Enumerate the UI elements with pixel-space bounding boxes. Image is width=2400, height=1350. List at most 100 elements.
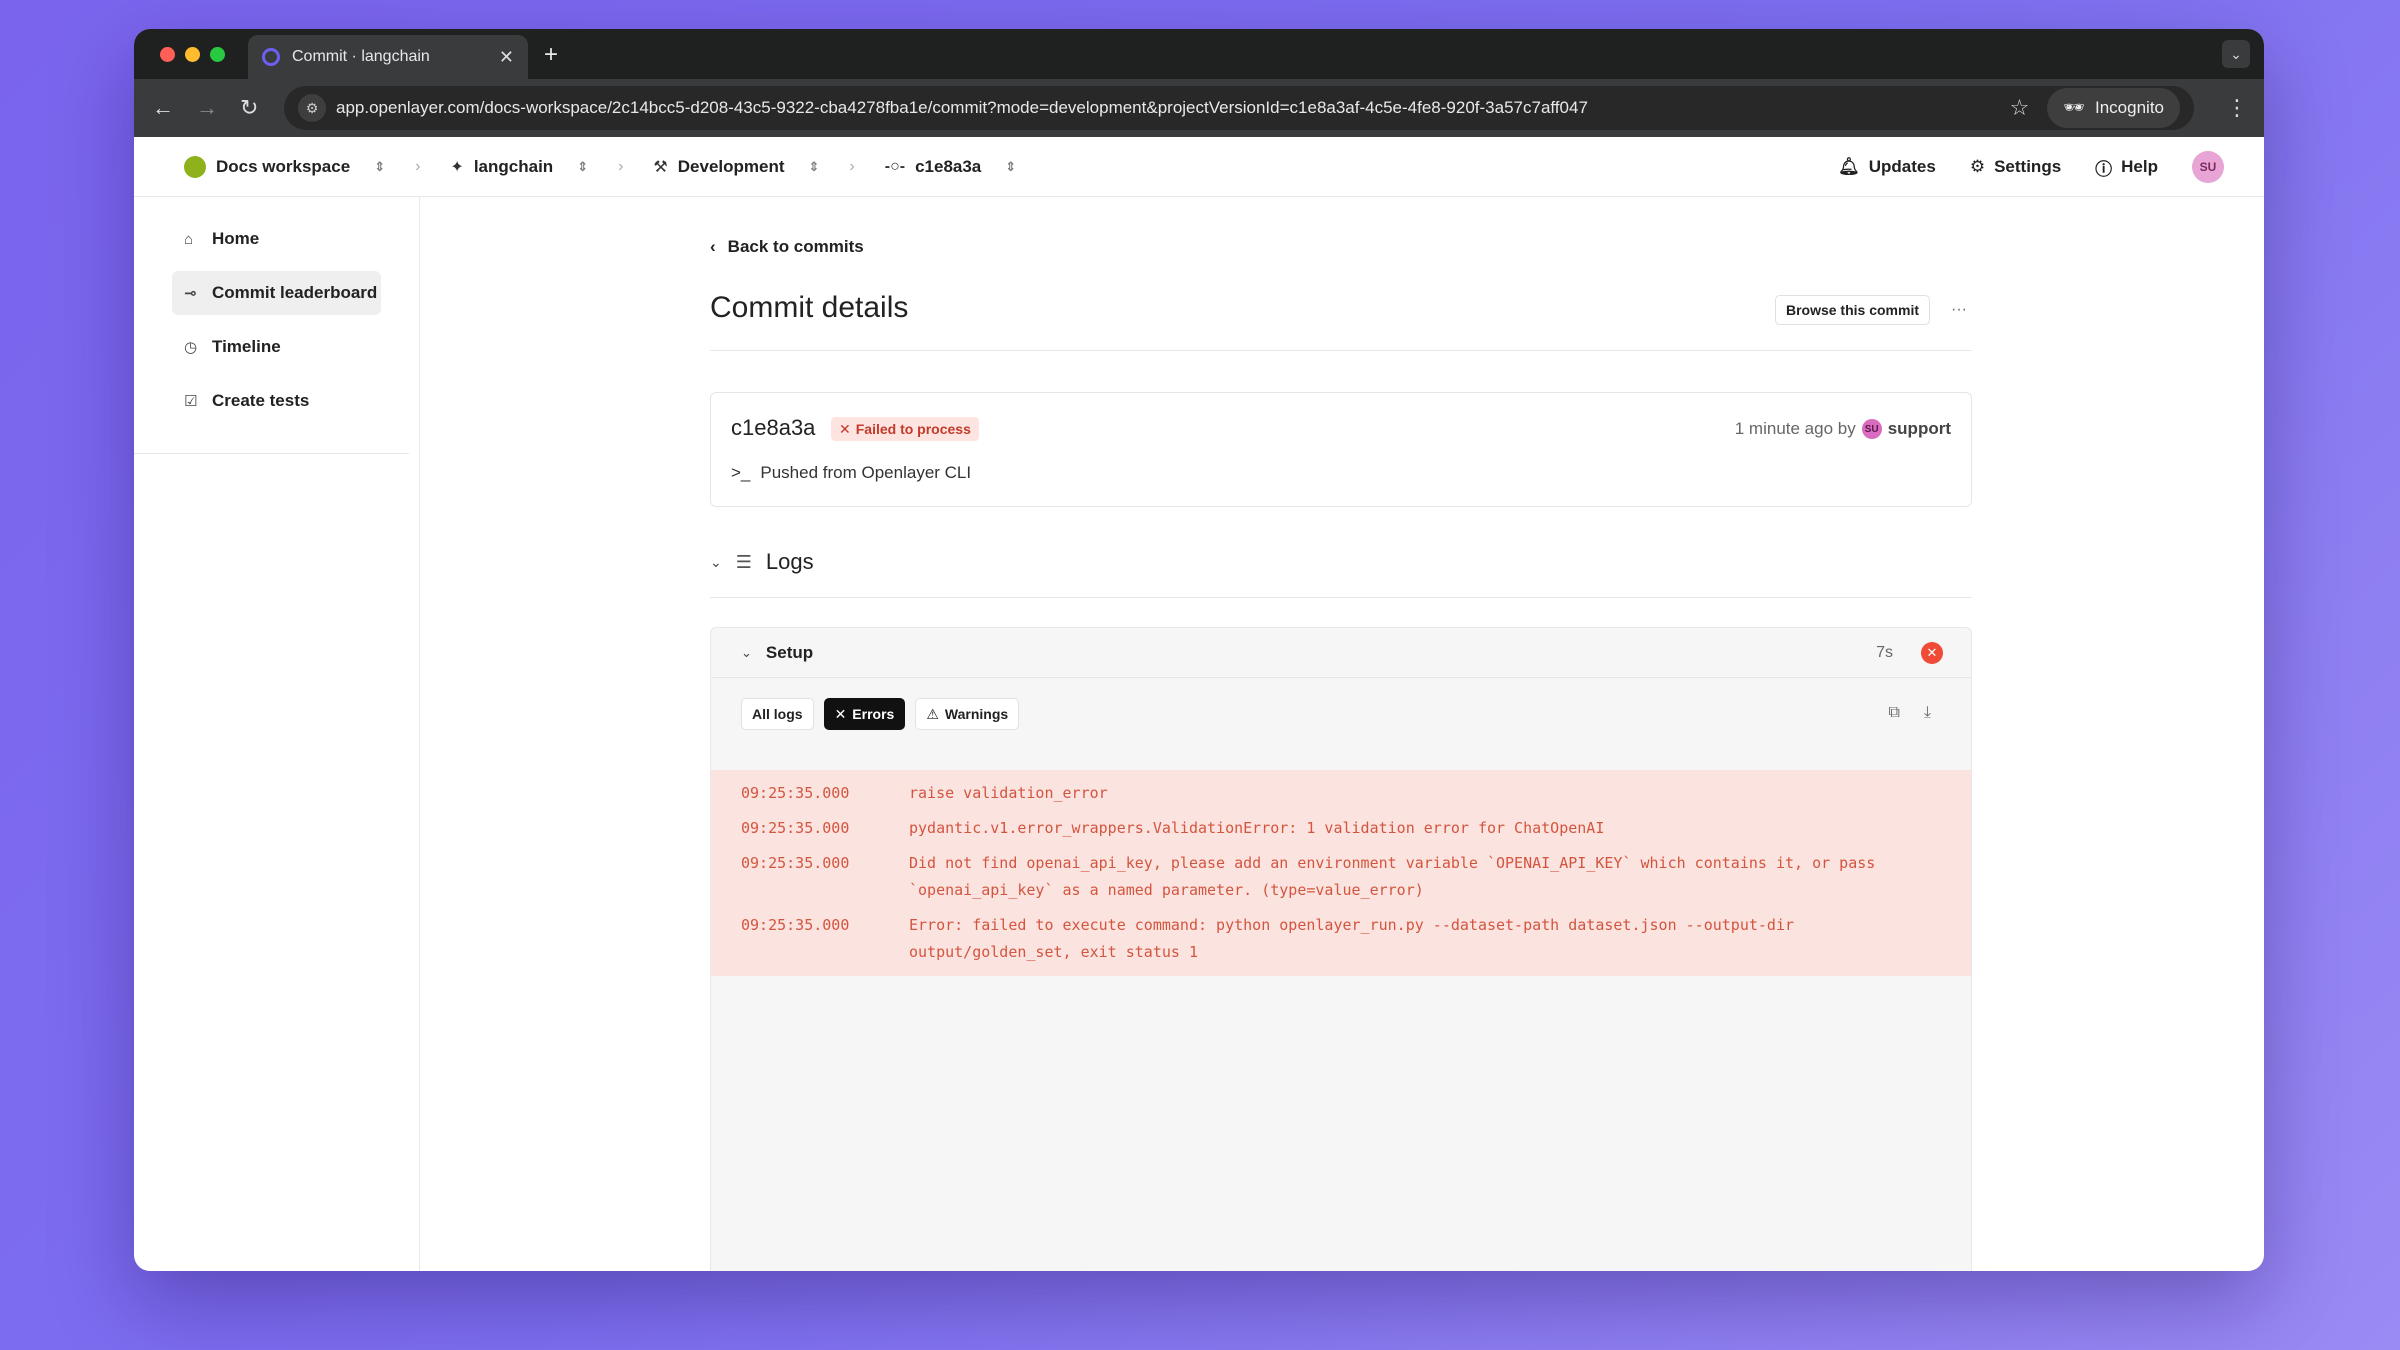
help-label: Help <box>2121 157 2158 177</box>
chevron-left-icon: ‹ <box>710 237 716 257</box>
workspace-selector[interactable]: Docs workspace ⇕ <box>184 156 385 178</box>
download-icon[interactable]: ⤓ <box>1924 704 1931 722</box>
incognito-icon: 🕶 <box>2063 98 2085 118</box>
sidebar-item-commit-leaderboard[interactable]: ⊸ Commit leaderboard <box>172 271 381 315</box>
chevron-up-down-icon: ⇕ <box>577 159 588 175</box>
tab-title: Commit · langchain <box>292 48 499 66</box>
mode-name: Development <box>678 157 785 177</box>
browser-menu-icon[interactable]: ⋮ <box>2226 95 2248 121</box>
commit-author[interactable]: support <box>1888 419 1951 439</box>
project-name: langchain <box>474 157 553 177</box>
chevron-down-icon: ⌄ <box>710 554 722 571</box>
log-timestamp: 09:25:35.000 <box>741 912 909 966</box>
url-bar[interactable]: ⚙ app.openlayer.com/docs-workspace/2c14b… <box>284 86 2194 130</box>
bell-icon: 🔔︎ <box>1838 157 1860 177</box>
workspace-name: Docs workspace <box>216 157 350 177</box>
back-to-commits-link[interactable]: ‹ Back to commits <box>710 237 864 257</box>
log-message: Did not find openai_api_key, please add … <box>909 850 1941 904</box>
browse-commit-button[interactable]: Browse this commit <box>1775 295 1930 325</box>
log-timestamp: 09:25:35.000 <box>741 780 909 807</box>
commit-meta: 1 minute ago by SU support <box>1735 419 1951 439</box>
filter-warnings[interactable]: ⚠ Warnings <box>915 698 1019 730</box>
commit-icon: -○- <box>885 158 905 176</box>
commit-id: c1e8a3a <box>731 415 815 441</box>
commit-time: 1 minute ago by <box>1735 419 1856 439</box>
back-arrow-icon[interactable]: ← <box>152 95 174 121</box>
settings-link[interactable]: ⚙ Settings <box>1970 157 2061 177</box>
openlayer-favicon-icon <box>262 48 280 66</box>
browser-tab[interactable]: Commit · langchain ✕ <box>248 35 528 79</box>
breadcrumb-chevron-icon: › <box>618 158 623 176</box>
header-actions: 🔔︎ Updates ⚙ Settings ⓘ Help SU <box>1838 151 2224 183</box>
breadcrumb-chevron-icon: › <box>415 158 420 176</box>
status-label: Failed to process <box>856 421 971 437</box>
error-status-icon: ✕ <box>1921 642 1943 664</box>
app-header: Docs workspace ⇕ › ✦ langchain ⇕ › ⚒ Dev… <box>134 137 2264 197</box>
divider <box>710 350 1972 351</box>
setup-duration: 7s <box>1876 644 1893 662</box>
setup-log-panel: ⌄ Setup 7s ✕ All logs ✕ Errors ⚠ Warning… <box>710 627 1972 1271</box>
sidebar-item-label: Timeline <box>212 337 281 357</box>
sidebar: ⌂ Home ⊸ Commit leaderboard ◷ Timeline ☑… <box>134 197 420 1271</box>
tab-search-chevron-icon[interactable]: ⌄ <box>2222 40 2250 68</box>
main-content: ‹ Back to commits Commit details Browse … <box>420 197 2264 1271</box>
maximize-window-button[interactable] <box>210 47 225 62</box>
project-selector[interactable]: ✦ langchain ⇕ <box>450 157 588 177</box>
reload-icon[interactable]: ↻ <box>240 95 258 121</box>
updates-link[interactable]: 🔔︎ Updates <box>1838 157 1936 177</box>
sidebar-item-timeline[interactable]: ◷ Timeline <box>172 325 381 369</box>
checkbox-icon: ☑ <box>184 392 206 410</box>
log-line: 09:25:35.000 Error: failed to execute co… <box>711 908 1971 970</box>
bookmark-star-icon[interactable]: ☆ <box>2010 95 2030 121</box>
home-icon: ⌂ <box>184 231 206 248</box>
commit-selector[interactable]: -○- c1e8a3a ⇕ <box>885 157 1016 177</box>
commit-card: c1e8a3a ✕ Failed to process 1 minute ago… <box>710 392 1972 507</box>
gear-icon: ⚙ <box>1970 157 1985 177</box>
x-icon: ✕ <box>839 421 851 438</box>
log-filters: All logs ✕ Errors ⚠ Warnings <box>741 698 1019 730</box>
filter-errors-label: Errors <box>852 706 894 722</box>
commit-source: >_ Pushed from Openlayer CLI <box>731 463 971 483</box>
commit-icon: ⊸ <box>184 284 206 302</box>
chevron-up-down-icon: ⇕ <box>1005 159 1016 175</box>
forward-arrow-icon[interactable]: → <box>196 95 218 121</box>
sidebar-item-label: Create tests <box>212 391 309 411</box>
copy-icon[interactable]: ⧉ <box>1888 704 1899 722</box>
help-circle-icon: ⓘ <box>2095 155 2112 180</box>
sidebar-item-home[interactable]: ⌂ Home <box>172 217 381 261</box>
filter-all-logs[interactable]: All logs <box>741 698 814 730</box>
minimize-window-button[interactable] <box>185 47 200 62</box>
user-avatar[interactable]: SU <box>2192 151 2224 183</box>
sidebar-nav: ⌂ Home ⊸ Commit leaderboard ◷ Timeline ☑… <box>134 197 409 454</box>
log-tools: ⧉ ⤓ <box>1888 704 1931 722</box>
filter-errors[interactable]: ✕ Errors <box>824 698 906 730</box>
log-message: raise validation_error <box>909 780 1941 807</box>
clock-icon: ◷ <box>184 338 206 356</box>
log-message: Error: failed to execute command: python… <box>909 912 1941 966</box>
browser-window: Commit · langchain ✕ + ⌄ ← → ↻ ⚙ app.ope… <box>134 29 2264 1271</box>
x-icon: ✕ <box>835 706 847 723</box>
site-settings-icon[interactable]: ⚙ <box>298 94 326 122</box>
back-label: Back to commits <box>728 237 864 257</box>
more-options-button[interactable]: ··· <box>1946 295 1972 325</box>
warning-triangle-icon: ⚠ <box>926 706 939 723</box>
url-text[interactable]: app.openlayer.com/docs-workspace/2c14bcc… <box>336 98 2010 118</box>
terminal-icon: >_ <box>731 463 750 483</box>
close-tab-icon[interactable]: ✕ <box>499 47 514 68</box>
log-line: 09:25:35.000 Did not find openai_api_key… <box>711 846 1971 908</box>
log-message: pydantic.v1.error_wrappers.ValidationErr… <box>909 815 1941 842</box>
tab-bar: Commit · langchain ✕ + ⌄ <box>134 29 2264 79</box>
logs-section-toggle[interactable]: ⌄ ☰ Logs <box>710 549 814 575</box>
incognito-badge[interactable]: 🕶 Incognito <box>2047 88 2180 128</box>
settings-label: Settings <box>1994 157 2061 177</box>
mode-selector[interactable]: ⚒ Development ⇕ <box>653 157 819 177</box>
help-link[interactable]: ⓘ Help <box>2095 155 2158 180</box>
incognito-label: Incognito <box>2095 98 2164 118</box>
log-timestamp: 09:25:35.000 <box>741 850 909 904</box>
sidebar-item-create-tests[interactable]: ☑ Create tests <box>172 379 381 423</box>
new-tab-button[interactable]: + <box>544 41 558 69</box>
log-timestamp: 09:25:35.000 <box>741 815 909 842</box>
close-window-button[interactable] <box>160 47 175 62</box>
setup-header[interactable]: ⌄ Setup 7s ✕ <box>711 628 1971 678</box>
chevron-up-down-icon: ⇕ <box>809 159 820 175</box>
